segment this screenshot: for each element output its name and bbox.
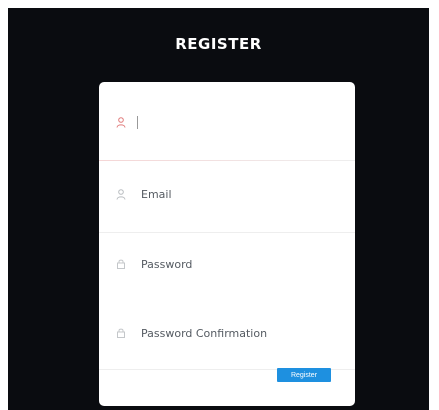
register-button[interactable]: Register (277, 368, 331, 382)
password-confirmation-placeholder: Password Confirmation (141, 326, 268, 340)
name-field[interactable] (99, 106, 355, 138)
lock-icon (115, 327, 127, 339)
password-placeholder: Password (141, 257, 193, 271)
text-caret (137, 115, 138, 129)
user-icon (115, 188, 127, 200)
register-card: Email Password Password Confirmation Reg… (99, 82, 355, 406)
lock-icon (115, 258, 127, 270)
field-divider (99, 160, 355, 161)
password-confirmation-field[interactable]: Password Confirmation (99, 317, 355, 349)
field-divider (99, 232, 355, 233)
password-field[interactable]: Password (99, 248, 355, 280)
user-icon (115, 116, 127, 128)
page-title: REGISTER (175, 35, 262, 53)
register-screen: REGISTER Email Password Password Confirm… (8, 8, 429, 410)
email-placeholder: Email (141, 187, 172, 201)
email-field[interactable]: Email (99, 178, 355, 210)
